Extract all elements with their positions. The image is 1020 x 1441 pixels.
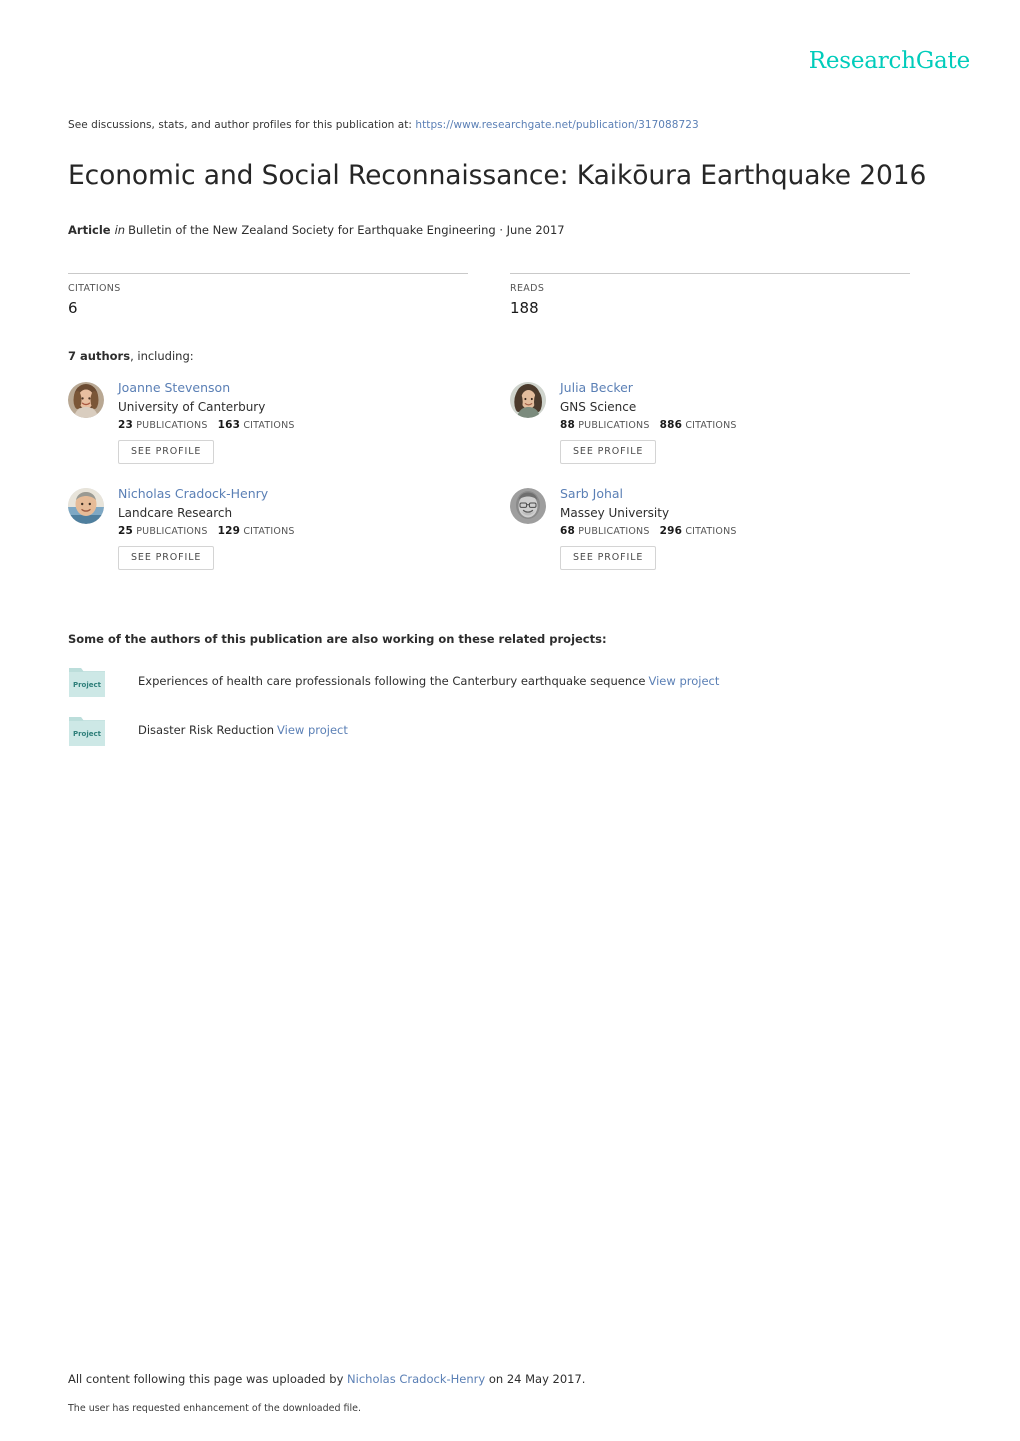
author-affiliation: GNS Science	[560, 400, 637, 415]
stat-reads-label: READS	[510, 283, 545, 295]
related-projects-list: Project Experiences of health care profe…	[68, 663, 952, 748]
author-name-link[interactable]: Julia Becker	[560, 380, 737, 397]
authors-heading: 7 authors, including:	[68, 349, 952, 363]
see-profile-button[interactable]: SEE PROFILE	[560, 546, 657, 570]
author-citations-label: CITATIONS	[685, 420, 737, 432]
stat-citations-value: 6	[68, 299, 78, 318]
author-citations-count: 886	[659, 419, 683, 432]
author-citations-label: CITATIONS	[243, 526, 295, 538]
project-folder-icon: Project	[68, 664, 106, 698]
view-project-link[interactable]: View project	[277, 723, 348, 737]
svg-text:Project: Project	[73, 681, 102, 689]
project-text: Disaster Risk Reduction View project	[138, 722, 348, 739]
author-affiliation: University of Canterbury	[118, 400, 266, 415]
discussion-line: See discussions, stats, and author profi…	[68, 118, 952, 133]
enhancement-note: The user has requested enhancement of th…	[68, 1403, 362, 1415]
uploader-name-link[interactable]: Nicholas Cradock-Henry	[347, 1372, 485, 1386]
discussion-line-text: See discussions, stats, and author profi…	[68, 119, 413, 131]
project-row: Project Experiences of health care profe…	[68, 663, 952, 699]
authors-including-text: , including:	[130, 349, 194, 364]
avatar-photo-sarb-johal	[510, 488, 546, 525]
author-publications-count: 68	[560, 525, 576, 538]
project-title: Experiences of health care professionals…	[138, 673, 646, 688]
author-citations-label: CITATIONS	[685, 526, 737, 538]
upload-attribution: All content following this page was uplo…	[68, 1371, 952, 1388]
stats-row: CITATIONS 6 READS 188	[68, 273, 952, 317]
article-type-label: Article	[68, 222, 111, 237]
researchgate-brand: ResearchGate	[809, 50, 970, 73]
page-footer: All content following this page was uplo…	[68, 1371, 952, 1417]
upload-suffix-text: on 24 May 2017.	[488, 1372, 586, 1386]
author-publications-label: PUBLICATIONS	[578, 420, 650, 432]
author-info: Julia Becker GNS Science 88 PUBLICATIONS…	[560, 380, 737, 464]
author-affiliation: Landcare Research	[118, 506, 233, 521]
authors-count: 7 authors	[68, 349, 131, 364]
see-profile-button[interactable]: SEE PROFILE	[118, 546, 215, 570]
author-metrics: 23 PUBLICATIONS 163 CITATIONS	[118, 419, 295, 431]
page-title: Economic and Social Reconnaissance: Kaik…	[68, 159, 927, 191]
author-metrics: 88 PUBLICATIONS 886 CITATIONS	[560, 419, 737, 431]
project-text: Experiences of health care professionals…	[138, 673, 719, 690]
related-projects-heading: Some of the authors of this publication …	[68, 632, 607, 647]
project-title: Disaster Risk Reduction	[138, 722, 275, 737]
article-venue: Bulletin of the New Zealand Society for …	[128, 222, 565, 237]
authors-grid: Joanne Stevenson University of Canterbur…	[68, 380, 952, 592]
stat-divider	[510, 273, 910, 275]
author-info: Joanne Stevenson University of Canterbur…	[118, 380, 295, 464]
avatar-photo-julia-becker	[510, 382, 546, 419]
author-card: Nicholas Cradock-Henry Landcare Research…	[68, 486, 510, 570]
author-name-link[interactable]: Nicholas Cradock-Henry	[118, 486, 295, 503]
publication-url-link[interactable]: https://www.researchgate.net/publication…	[415, 119, 698, 131]
author-citations-count: 296	[659, 525, 683, 538]
stat-reads-value: 188	[510, 299, 539, 318]
author-name-link[interactable]: Joanne Stevenson	[118, 380, 295, 397]
avatar-photo-joanne-stevenson	[68, 382, 104, 419]
article-in-word: in	[114, 222, 126, 237]
project-row: Project Disaster Risk Reduction View proj…	[68, 712, 952, 748]
researchgate-logo[interactable]: ResearchGate	[809, 50, 970, 73]
author-publications-count: 25	[118, 525, 134, 538]
author-citations-count: 129	[217, 525, 241, 538]
publication-cover-page: ResearchGate See discussions, stats, and…	[0, 0, 1020, 1441]
author-publications-label: PUBLICATIONS	[136, 420, 208, 432]
author-card: Joanne Stevenson University of Canterbur…	[68, 380, 510, 464]
author-citations-count: 163	[217, 419, 241, 432]
author-card: Sarb Johal Massey University 68 PUBLICAT…	[510, 486, 952, 570]
author-citations-label: CITATIONS	[243, 420, 295, 432]
article-meta-line: Article in Bulletin of the New Zealand Soc…	[68, 222, 952, 239]
author-affiliation: Massey University	[560, 506, 670, 521]
stat-divider	[68, 273, 468, 275]
avatar-photo-nicholas-cradock-henry	[68, 488, 104, 525]
author-publications-count: 88	[560, 419, 576, 432]
stat-citations-label: CITATIONS	[68, 283, 121, 295]
author-metrics: 25 PUBLICATIONS 129 CITATIONS	[118, 525, 295, 537]
author-publications-label: PUBLICATIONS	[578, 526, 650, 538]
see-profile-button[interactable]: SEE PROFILE	[118, 440, 215, 464]
author-card: Julia Becker GNS Science 88 PUBLICATIONS…	[510, 380, 952, 464]
author-metrics: 68 PUBLICATIONS 296 CITATIONS	[560, 525, 737, 537]
view-project-link[interactable]: View project	[649, 674, 720, 688]
author-name-link[interactable]: Sarb Johal	[560, 486, 737, 503]
main-content: See discussions, stats, and author profi…	[68, 118, 952, 761]
author-publications-count: 23	[118, 419, 134, 432]
stat-reads: READS 188	[510, 273, 910, 317]
svg-text:Project: Project	[73, 730, 102, 738]
author-publications-label: PUBLICATIONS	[136, 526, 208, 538]
stat-citations: CITATIONS 6	[68, 273, 468, 317]
author-info: Sarb Johal Massey University 68 PUBLICAT…	[560, 486, 737, 570]
see-profile-button[interactable]: SEE PROFILE	[560, 440, 657, 464]
author-info: Nicholas Cradock-Henry Landcare Research…	[118, 486, 295, 570]
upload-prefix-text: All content following this page was uplo…	[68, 1372, 344, 1386]
project-folder-icon: Project	[68, 713, 106, 747]
